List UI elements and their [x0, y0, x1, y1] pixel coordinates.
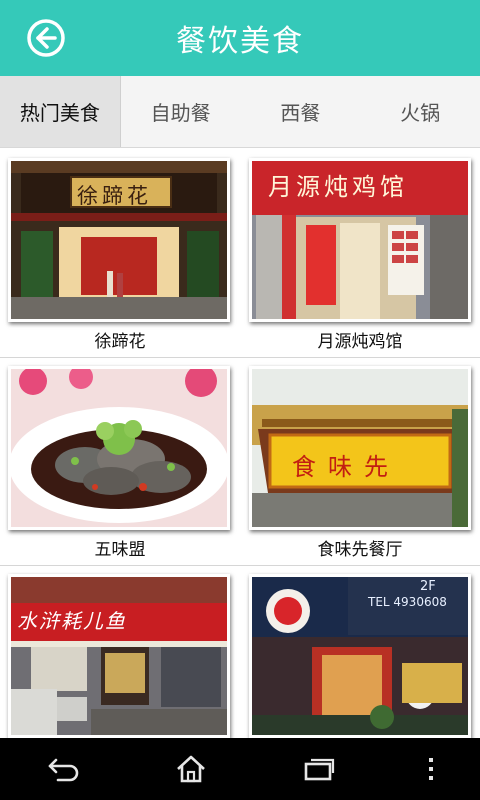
restaurant-name: 月源炖鸡馆: [317, 332, 403, 352]
restaurant-card[interactable]: 五味盟: [0, 358, 240, 566]
tab-western[interactable]: 西餐: [241, 76, 361, 147]
shop-sign-text: 水浒耗儿鱼: [17, 609, 127, 633]
system-navigation-bar: [0, 738, 480, 800]
restaurant-photo: 水浒耗儿鱼: [8, 574, 230, 738]
shop-sign-floor: 2F: [420, 579, 436, 594]
system-menu-button[interactable]: [416, 749, 446, 789]
shop-sign-text: 月源炖鸡馆: [268, 173, 408, 201]
shop-sign-text: 食味先: [292, 453, 400, 481]
app-header: 餐饮美食: [0, 0, 480, 76]
restaurant-name: 食味先餐厅: [317, 540, 403, 560]
restaurant-photo: 2F TEL 4930608: [249, 574, 471, 738]
restaurant-photo: 徐蹄花: [8, 158, 230, 322]
grid-row: 水浒耗儿鱼 2F TEL 4930608: [0, 566, 480, 738]
tab-hotpot[interactable]: 火锅: [360, 76, 480, 147]
back-arrow-icon: [48, 758, 79, 782]
back-circle-arrow-icon: [27, 19, 65, 57]
tab-buffet[interactable]: 自助餐: [121, 76, 241, 147]
restaurant-photo: [8, 366, 230, 530]
recent-apps-icon: [304, 758, 334, 781]
restaurant-card[interactable]: 水浒耗儿鱼: [0, 566, 240, 738]
storefront-illustration: [11, 577, 227, 735]
restaurant-card[interactable]: 徐蹄花 徐蹄花: [0, 150, 240, 358]
restaurant-photo: 月源炖鸡馆: [249, 158, 471, 322]
restaurant-name: 徐蹄花: [94, 332, 146, 352]
restaurant-card[interactable]: 月源炖鸡馆 月源炖鸡馆: [240, 150, 480, 358]
grid-row: 徐蹄花 徐蹄花 月源炖鸡馆 月源炖鸡馆: [0, 150, 480, 358]
shop-sign-text: TEL 4930608: [368, 595, 447, 609]
system-recent-apps-button[interactable]: [289, 749, 349, 789]
shop-sign-text: 徐蹄花: [77, 184, 152, 208]
restaurant-card[interactable]: 2F TEL 4930608: [240, 566, 480, 738]
overflow-menu-icon: [429, 758, 434, 780]
page-title: 餐饮美食: [176, 24, 304, 59]
tab-hot-food[interactable]: 热门美食: [0, 76, 121, 147]
app-screen: 餐饮美食 热门美食 自助餐 西餐 火锅 徐蹄花 徐蹄花 月源炖鸡馆 月源炖鸡馆 …: [0, 0, 480, 800]
system-back-button[interactable]: [34, 749, 94, 789]
home-icon: [177, 755, 206, 783]
restaurant-name: 五味盟: [94, 540, 146, 560]
system-home-button[interactable]: [161, 749, 221, 789]
back-button[interactable]: [26, 18, 66, 58]
dish-illustration: [11, 369, 227, 527]
category-tabs: 热门美食 自助餐 西餐 火锅: [0, 76, 480, 148]
restaurant-card[interactable]: 食味先 食味先餐厅: [240, 358, 480, 566]
restaurant-grid: 徐蹄花 徐蹄花 月源炖鸡馆 月源炖鸡馆 五味盟 食味先 食味先餐厅 水浒耗儿鱼 …: [0, 150, 480, 738]
restaurant-photo: 食味先: [249, 366, 471, 530]
grid-row: 五味盟 食味先 食味先餐厅: [0, 358, 480, 566]
